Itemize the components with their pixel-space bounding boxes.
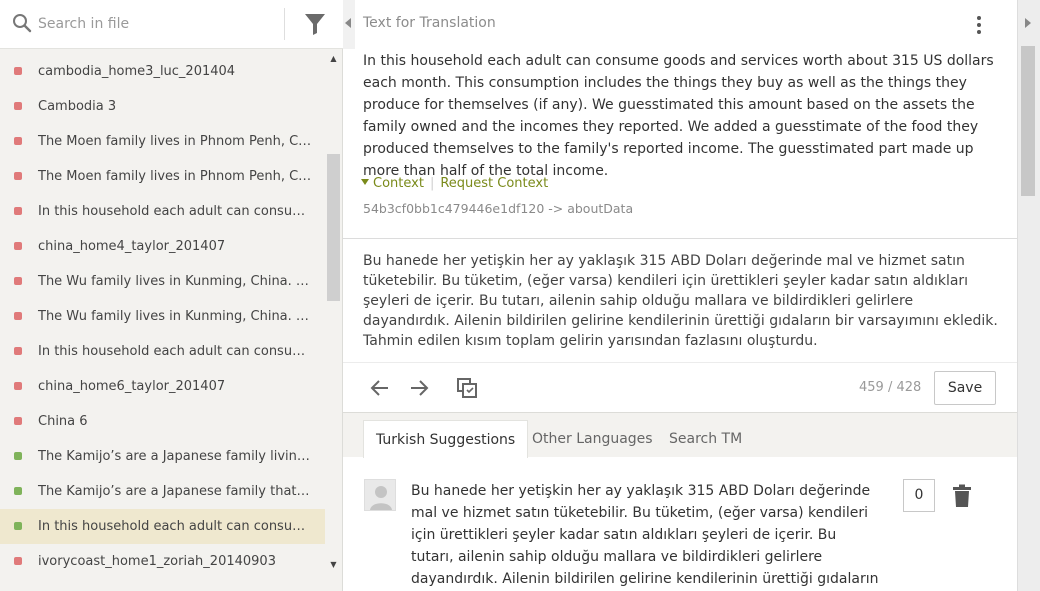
request-context-link[interactable]: Request Context <box>440 176 548 191</box>
file-list-item-label: China 6 <box>38 414 88 429</box>
translation-panel: Text for Translation In this household e… <box>343 0 1017 591</box>
file-list-item-label: The Kamijo’s are a Japanese family that … <box>38 484 325 499</box>
suggestion-item: Bu hanede her yetişkin her ay yaklaşık 3… <box>343 458 1017 591</box>
status-indicator <box>14 102 22 110</box>
page-title: Text for Translation <box>363 15 496 31</box>
file-list-item[interactable]: cambodia_home3_luc_201404 <box>0 54 325 89</box>
status-indicator <box>14 452 22 460</box>
suggestion-text[interactable]: Bu hanede her yetişkin her ay yaklaşık 3… <box>411 480 881 591</box>
file-list-item-label: Cambodia 3 <box>38 99 117 114</box>
file-list-item[interactable]: The Moen family lives in Phnom Penh, Cam… <box>0 159 325 194</box>
status-indicator <box>14 67 22 75</box>
sidebar-scrollbar[interactable]: ▲ ▼ <box>325 54 342 574</box>
context-label: Context <box>373 176 424 191</box>
status-indicator <box>14 137 22 145</box>
translation-editor[interactable]: Bu hanede her yetişkin her ay yaklaşık 3… <box>363 251 1003 351</box>
file-list-item-label: ivorycoast_home1_zoriah_20140903 <box>38 554 276 569</box>
status-indicator <box>14 382 22 390</box>
file-list-item-label: In this household each adult can consume… <box>38 344 325 359</box>
arrow-left-icon[interactable] <box>368 376 392 400</box>
file-list: cambodia_home3_luc_201404 Cambodia 3 The M… <box>0 54 325 591</box>
status-indicator <box>14 557 22 565</box>
collapse-sidebar-handle[interactable] <box>343 0 355 49</box>
file-list-item[interactable]: In this household each adult can consume… <box>0 509 325 544</box>
file-list-item[interactable]: The Wu family lives in Kunming, China. W… <box>0 299 325 334</box>
divider <box>343 362 1017 363</box>
file-list-item-label: The Kamijo’s are a Japanese family livin… <box>38 449 325 464</box>
save-button[interactable]: Save <box>934 371 996 405</box>
file-list-item[interactable]: The Kamijo’s are a Japanese family livin… <box>0 439 325 474</box>
status-indicator <box>14 347 22 355</box>
tab-turkish-suggestions[interactable]: Turkish Suggestions <box>363 420 529 458</box>
context-key: 54b3cf0bb1c479446e1df120 -> aboutData <box>363 201 634 216</box>
status-indicator <box>14 172 22 180</box>
search-input[interactable] <box>38 10 268 38</box>
status-indicator <box>14 522 22 530</box>
chevron-left-icon <box>345 18 351 28</box>
chevron-right-icon[interactable] <box>1025 18 1031 28</box>
status-indicator <box>14 277 22 285</box>
status-indicator <box>14 417 22 425</box>
right-panel-scrollbar[interactable] <box>1017 0 1040 591</box>
search-divider <box>284 8 285 40</box>
divider <box>343 238 1017 239</box>
search-icon <box>13 14 32 33</box>
status-indicator <box>14 487 22 495</box>
file-list-item[interactable]: In this household each adult can consume… <box>0 334 325 369</box>
file-list-item[interactable]: China 6 <box>0 404 325 439</box>
file-list-item-label: cambodia_home3_luc_201404 <box>38 64 236 79</box>
file-list-item-label: The Wu family lives in Kunming, China. W… <box>38 274 325 289</box>
tab-search-tm[interactable]: Search TM <box>657 420 754 458</box>
copy-source-icon[interactable] <box>455 376 479 400</box>
file-list-item-label: The Moen family lives in Phnom Penh, Cam… <box>38 169 325 184</box>
kebab-dot <box>977 16 981 20</box>
file-list-item-label: china_home6_taylor_201407 <box>38 379 226 394</box>
tab-other-languages[interactable]: Other Languages <box>520 420 665 458</box>
context-separator: | <box>429 176 435 191</box>
character-count: 459 / 428 <box>859 380 922 395</box>
trash-icon[interactable] <box>951 484 973 508</box>
file-list-item[interactable]: The Kamijo’s are a Japanese family that … <box>0 474 325 509</box>
caret-down-icon <box>361 179 369 185</box>
file-list-item[interactable]: The Moen family lives in Phnom Penh, Cam… <box>0 124 325 159</box>
status-indicator <box>14 207 22 215</box>
file-list-item-label: In this household each adult can consume… <box>38 204 325 219</box>
kebab-dot <box>977 23 981 27</box>
suggestion-tabs: Turkish Suggestions Other Languages Sear… <box>343 412 1017 458</box>
search-bar <box>0 0 343 49</box>
funnel-icon[interactable] <box>300 12 330 36</box>
file-list-item[interactable]: china_home4_taylor_201407 <box>0 229 325 264</box>
file-list-item[interactable]: In this household each adult can consume… <box>0 194 325 229</box>
source-text: In this household each adult can consume… <box>363 53 994 179</box>
file-list-item[interactable]: The Wu family lives in Kunming, China. W… <box>0 264 325 299</box>
scroll-up-icon[interactable]: ▲ <box>329 54 338 63</box>
more-vertical-icon[interactable] <box>969 14 989 36</box>
status-indicator <box>14 312 22 320</box>
file-list-item[interactable]: china_home6_taylor_201407 <box>0 369 325 404</box>
file-sidebar: cambodia_home3_luc_201404 Cambodia 3 The M… <box>0 0 343 591</box>
arrow-right-icon[interactable] <box>407 376 431 400</box>
status-indicator <box>14 242 22 250</box>
context-row: Context | Request Context <box>361 176 548 191</box>
file-list-item-label: china_home4_taylor_201407 <box>38 239 226 254</box>
vote-count-button[interactable]: 0 <box>903 479 935 512</box>
context-toggle[interactable]: Context <box>361 176 424 191</box>
kebab-dot <box>977 30 981 34</box>
sidebar-scroll-thumb[interactable] <box>327 154 340 301</box>
file-list-item-label: In this household each adult can consume… <box>38 519 325 534</box>
file-list-item[interactable]: ivorycoast_home1_zoriah_20140903 <box>0 544 325 579</box>
user-icon <box>364 479 396 511</box>
right-scroll-thumb[interactable] <box>1021 46 1035 196</box>
file-list-item-label: The Wu family lives in Kunming, China. W… <box>38 309 325 324</box>
file-list-item-label: The Moen family lives in Phnom Penh, Cam… <box>38 134 325 149</box>
file-list-item[interactable]: Cambodia 3 <box>0 89 325 124</box>
scroll-down-icon[interactable]: ▼ <box>329 560 338 569</box>
